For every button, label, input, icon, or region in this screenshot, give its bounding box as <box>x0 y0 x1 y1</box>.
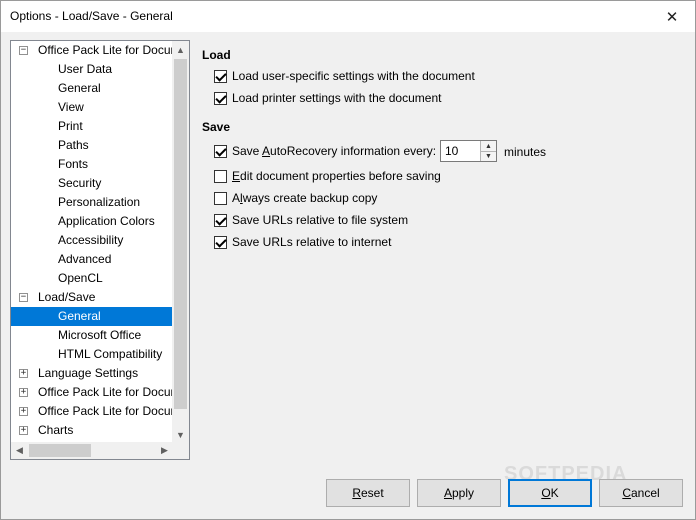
scrollbar-corner <box>172 442 189 459</box>
expand-icon[interactable]: + <box>19 407 28 416</box>
load-user-settings-label: Load user-specific settings with the doc… <box>232 69 475 83</box>
tree-horizontal-scrollbar[interactable]: ◀ ▶ <box>11 442 173 459</box>
backup-copy-option[interactable]: Always create backup copy <box>214 190 377 206</box>
edit-properties-option[interactable]: Edit document properties before saving <box>214 168 441 184</box>
autorecovery-unit-label: minutes <box>504 145 547 159</box>
load-user-settings-option[interactable]: Load user-specific settings with the doc… <box>214 68 475 84</box>
autorecovery-interval-spinner[interactable]: ▲ ▼ <box>440 140 497 162</box>
tree-item[interactable]: Security <box>11 174 173 193</box>
expand-icon[interactable]: + <box>19 369 28 378</box>
tree-item[interactable]: Advanced <box>11 250 173 269</box>
close-icon[interactable]: ✕ <box>649 1 695 32</box>
tree-item[interactable]: Language Settings <box>38 364 173 383</box>
apply-button[interactable]: Apply <box>417 479 501 507</box>
scroll-up-icon[interactable]: ▲ <box>172 41 189 58</box>
urls-internet-label: Save URLs relative to internet <box>232 235 392 249</box>
expand-icon[interactable]: + <box>19 388 28 397</box>
autorecovery-label: Save AutoRecovery information every: <box>232 144 437 158</box>
urls-internet-option[interactable]: Save URLs relative to internet <box>214 234 391 250</box>
tree-item[interactable]: Accessibility <box>11 231 173 250</box>
tree-item[interactable]: Load/Save <box>38 288 173 307</box>
window-title: Options - Load/Save - General <box>10 9 173 23</box>
tree-item[interactable]: Office Pack Lite for Docur <box>38 383 173 402</box>
tree-item[interactable]: Fonts <box>11 155 173 174</box>
tree-item[interactable]: General <box>11 79 173 98</box>
load-section-title: Load <box>202 48 231 62</box>
tree-item[interactable]: Application Colors <box>11 212 173 231</box>
tree-vertical-scrollbar[interactable]: ▲ ▼ <box>172 41 189 443</box>
spin-down-icon[interactable]: ▼ <box>480 151 496 161</box>
scroll-down-icon[interactable]: ▼ <box>172 426 189 443</box>
tree-item[interactable]: Office Pack Lite for Docur <box>38 41 173 60</box>
tree-item[interactable]: Charts <box>38 421 173 440</box>
save-section-title: Save <box>202 120 231 134</box>
autorecovery-interval-input[interactable] <box>441 141 479 161</box>
tree-view: − Office Pack Lite for Docur User Data Gene… <box>11 41 173 443</box>
cancel-button[interactable]: Cancel <box>599 479 683 507</box>
urls-internet-checkbox[interactable] <box>214 235 227 249</box>
backup-copy-label: Always create backup copy <box>232 191 378 205</box>
options-dialog: Options - Load/Save - General ✕ − Office … <box>0 0 696 520</box>
autorecovery-option[interactable]: Save AutoRecovery information every: <box>214 143 436 159</box>
ok-button[interactable]: OK <box>508 479 592 507</box>
load-user-settings-checkbox[interactable] <box>214 69 227 83</box>
expand-icon[interactable]: + <box>19 426 28 435</box>
scroll-thumb-horizontal[interactable] <box>29 444 91 457</box>
urls-file-system-checkbox[interactable] <box>214 213 227 227</box>
tree-item[interactable]: OpenCL <box>11 269 173 288</box>
collapse-icon[interactable]: − <box>19 293 28 302</box>
urls-file-system-label: Save URLs relative to file system <box>232 213 409 227</box>
scroll-thumb[interactable] <box>174 59 187 409</box>
edit-properties-label: Edit document properties before saving <box>232 169 441 183</box>
tree-item[interactable]: Office Pack Lite for Docur <box>38 402 173 421</box>
options-tree: − Office Pack Lite for Docur User Data Gene… <box>10 40 190 460</box>
tree-item[interactable]: View <box>11 98 173 117</box>
tree-item[interactable]: Microsoft Office <box>11 326 173 345</box>
spin-up-icon[interactable]: ▲ <box>480 141 496 151</box>
urls-file-system-option[interactable]: Save URLs relative to file system <box>214 212 408 228</box>
tree-item[interactable]: Print <box>11 117 173 136</box>
tree-item[interactable]: General <box>11 307 173 326</box>
tree-item[interactable]: User Data <box>11 60 173 79</box>
scroll-left-icon[interactable]: ◀ <box>11 442 28 459</box>
autorecovery-checkbox[interactable] <box>214 144 227 158</box>
scroll-right-icon[interactable]: ▶ <box>156 442 173 459</box>
load-printer-settings-label: Load printer settings with the document <box>232 91 442 105</box>
load-printer-settings-checkbox[interactable] <box>214 91 227 105</box>
reset-button[interactable]: Reset <box>326 479 410 507</box>
edit-properties-checkbox[interactable] <box>214 169 227 183</box>
tree-item[interactable]: Paths <box>11 136 173 155</box>
load-printer-settings-option[interactable]: Load printer settings with the document <box>214 90 441 106</box>
title-bar: Options - Load/Save - General ✕ <box>1 1 695 32</box>
tree-item[interactable]: Personalization <box>11 193 173 212</box>
collapse-icon[interactable]: − <box>19 46 28 55</box>
tree-item[interactable]: HTML Compatibility <box>11 345 173 364</box>
backup-copy-checkbox[interactable] <box>214 191 227 205</box>
